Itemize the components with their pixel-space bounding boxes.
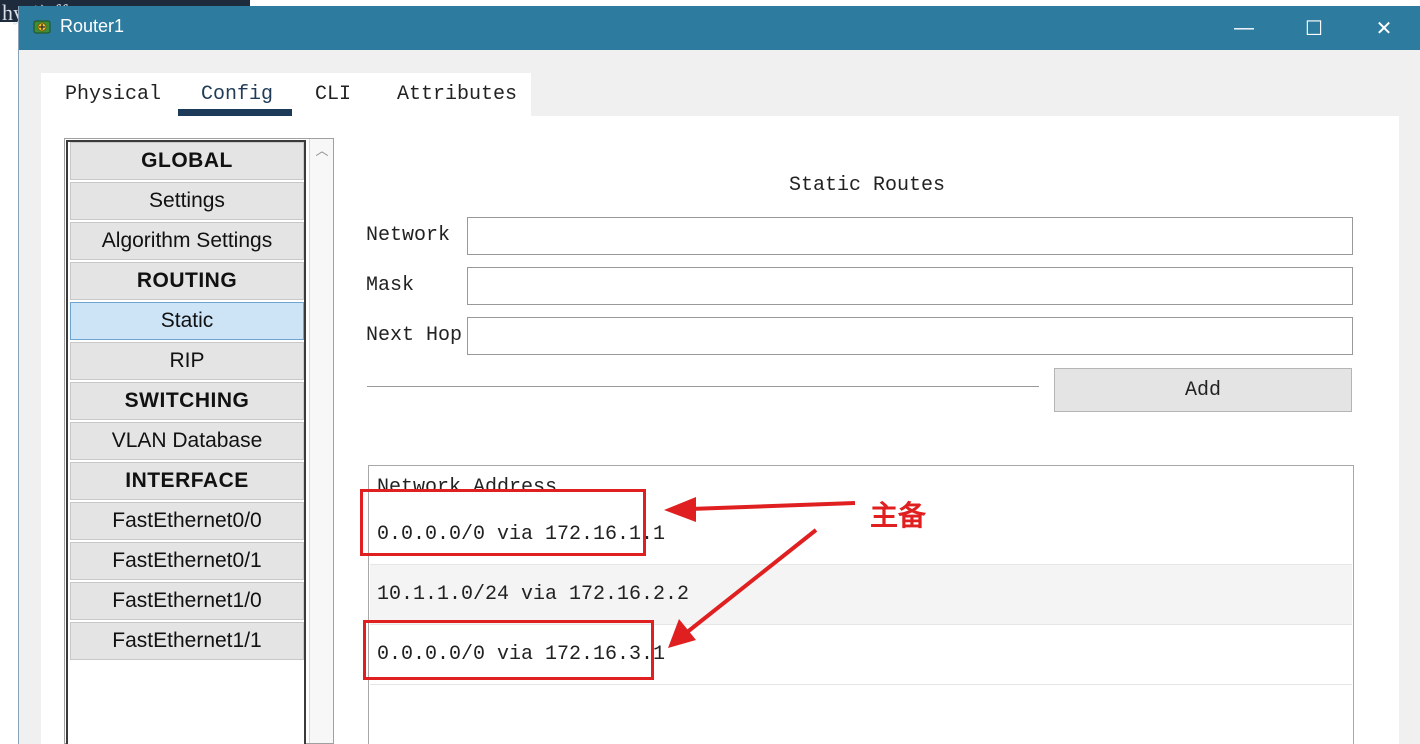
sidebar-header-routing: ROUTING	[70, 262, 304, 300]
annotation-label: 主备	[870, 499, 927, 532]
selected-tab-indicator	[178, 109, 292, 116]
sidebar-scrollbar[interactable]: ︿	[309, 139, 333, 743]
tab-cli[interactable]: CLI	[315, 83, 351, 106]
route-row[interactable]: 10.1.1.0/24 via 172.16.2.2	[370, 565, 1352, 625]
sidebar-item-rip[interactable]: RIP	[70, 342, 304, 380]
tab-attributes[interactable]: Attributes	[397, 83, 517, 106]
sidebar-list: GLOBAL Settings Algorithm Settings ROUTI…	[66, 140, 306, 744]
sidebar-item-fastethernet0-0[interactable]: FastEthernet0/0	[70, 502, 304, 540]
annotation-box-primary	[360, 489, 646, 556]
sidebar-item-fastethernet0-1[interactable]: FastEthernet0/1	[70, 542, 304, 580]
sidebar-header-switching: SWITCHING	[70, 382, 304, 420]
tab-config[interactable]: Config	[201, 83, 273, 106]
config-content: GLOBAL Settings Algorithm Settings ROUTI…	[41, 116, 1399, 744]
sidebar-header-global: GLOBAL	[70, 142, 304, 180]
network-input[interactable]	[467, 217, 1353, 255]
tab-bar: Physical Config CLI Attributes	[41, 73, 531, 116]
next-hop-label: Next Hop	[366, 324, 463, 347]
add-route-button[interactable]: Add	[1054, 368, 1352, 412]
scroll-up-arrow-icon[interactable]: ︿	[315, 144, 329, 157]
window-title: Router1	[60, 16, 125, 36]
config-sidebar: GLOBAL Settings Algorithm Settings ROUTI…	[64, 138, 334, 744]
router-window: Router1 — ☐ ✕ Physical Config CLI Attrib…	[18, 6, 1420, 744]
minimize-button[interactable]: —	[1209, 6, 1279, 50]
network-label: Network	[366, 224, 451, 247]
router-app-icon	[33, 20, 51, 34]
sidebar-header-interface: INTERFACE	[70, 462, 304, 500]
sidebar-item-fastethernet1-0[interactable]: FastEthernet1/0	[70, 582, 304, 620]
title-bar[interactable]: Router1 — ☐ ✕	[19, 6, 1420, 50]
static-routes-title: Static Routes	[789, 174, 946, 197]
sidebar-item-static[interactable]: Static	[70, 302, 304, 340]
mask-input[interactable]	[467, 267, 1353, 305]
maximize-button[interactable]: ☐	[1279, 6, 1349, 50]
sidebar-item-vlan-database[interactable]: VLAN Database	[70, 422, 304, 460]
next-hop-input[interactable]	[467, 317, 1353, 355]
close-button[interactable]: ✕	[1349, 6, 1419, 50]
annotation-box-backup	[363, 620, 654, 680]
form-divider	[367, 386, 1039, 388]
sidebar-item-algorithm-settings[interactable]: Algorithm Settings	[70, 222, 304, 260]
sidebar-item-settings[interactable]: Settings	[70, 182, 304, 220]
tab-physical[interactable]: Physical	[65, 83, 161, 106]
mask-label: Mask	[366, 274, 415, 297]
sidebar-item-fastethernet1-1[interactable]: FastEthernet1/1	[70, 622, 304, 660]
